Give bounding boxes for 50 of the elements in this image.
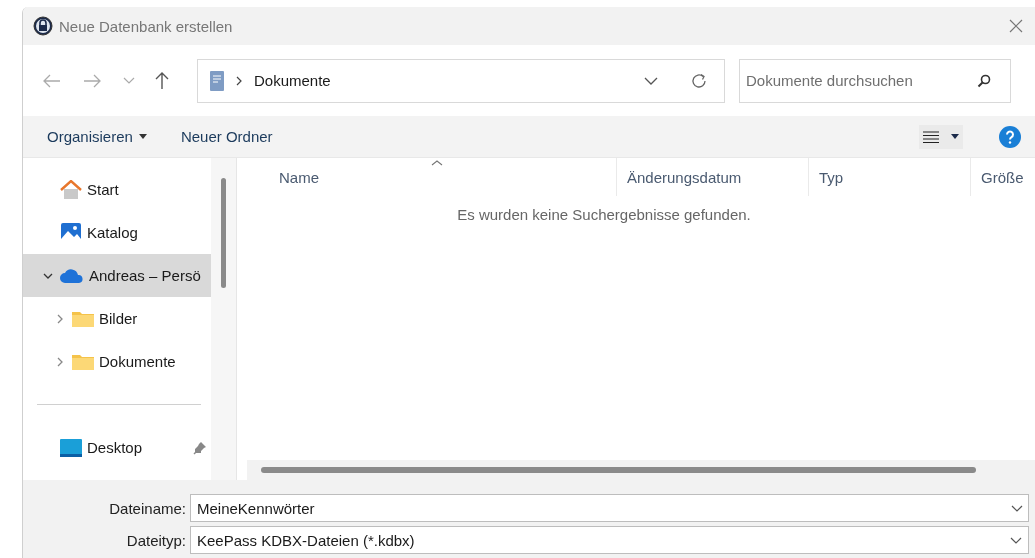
folder-icon xyxy=(72,353,94,370)
new-folder-button[interactable]: Neuer Ordner xyxy=(170,124,283,149)
pin-icon[interactable] xyxy=(193,440,207,455)
scrollbar-thumb[interactable] xyxy=(221,178,226,288)
folder-icon xyxy=(72,310,94,327)
column-header[interactable]: Typ xyxy=(809,158,971,196)
document-icon xyxy=(210,70,224,91)
scrollbar-thumb[interactable] xyxy=(261,467,976,473)
chevron-right-icon xyxy=(236,75,242,86)
sort-caret-icon xyxy=(431,160,443,166)
lock-icon xyxy=(33,16,53,36)
chevron-down-icon[interactable] xyxy=(1010,536,1022,544)
cloud-icon xyxy=(60,268,84,283)
navigation-item[interactable]: Start xyxy=(23,168,211,211)
chevron-down-icon[interactable] xyxy=(644,76,658,85)
help-icon[interactable] xyxy=(999,125,1021,148)
caret-icon xyxy=(138,134,147,139)
home-icon xyxy=(60,179,82,200)
chevron-down-icon[interactable] xyxy=(1011,505,1023,512)
field-label: Dateityp: xyxy=(125,531,187,549)
organize-menu[interactable]: Organisieren xyxy=(37,124,157,149)
list-view-icon xyxy=(923,130,939,143)
column-header[interactable]: Name xyxy=(247,158,617,196)
address-bar[interactable]: Dokumente xyxy=(197,58,725,103)
desktop-icon xyxy=(60,438,82,457)
chevron-right-icon[interactable] xyxy=(55,313,65,324)
column-header[interactable]: Größe xyxy=(971,158,1035,196)
chevron-right-icon[interactable] xyxy=(55,356,65,367)
up-arrow-icon[interactable] xyxy=(155,71,169,90)
navigation-item[interactable]: Andreas – Persö xyxy=(23,254,211,297)
field-label: Dateiname: xyxy=(108,499,187,517)
navigation-item[interactable]: Katalog xyxy=(23,211,211,254)
refresh-icon[interactable] xyxy=(690,71,708,90)
navigation-item[interactable]: Desktop xyxy=(23,426,211,469)
caret-icon xyxy=(951,134,959,139)
close-icon[interactable] xyxy=(1009,19,1023,33)
navigation-item[interactable]: Bilder xyxy=(23,297,211,340)
filename-field[interactable]: MeineKennwörter xyxy=(190,494,1029,522)
folder-path: Dokumente xyxy=(254,72,331,89)
forward-arrow-icon[interactable] xyxy=(83,73,101,88)
view-options-button[interactable] xyxy=(919,124,963,149)
back-arrow-icon[interactable] xyxy=(43,73,61,88)
navigation-item[interactable]: Dokumente xyxy=(23,340,211,383)
search-field[interactable]: Dokumente durchsuchen xyxy=(739,58,1011,103)
picture-icon xyxy=(60,221,82,244)
window-title: Neue Datenbank erstellen xyxy=(59,17,233,35)
column-header[interactable]: Änderungsdatum xyxy=(617,158,809,196)
file-type-dropdown[interactable]: KeePass KDBX-Dateien (*.kdbx) xyxy=(190,526,1029,554)
search-icon[interactable] xyxy=(977,73,991,88)
empty-message: Es wurden keine Suchergebnisse gefunden. xyxy=(457,206,751,223)
